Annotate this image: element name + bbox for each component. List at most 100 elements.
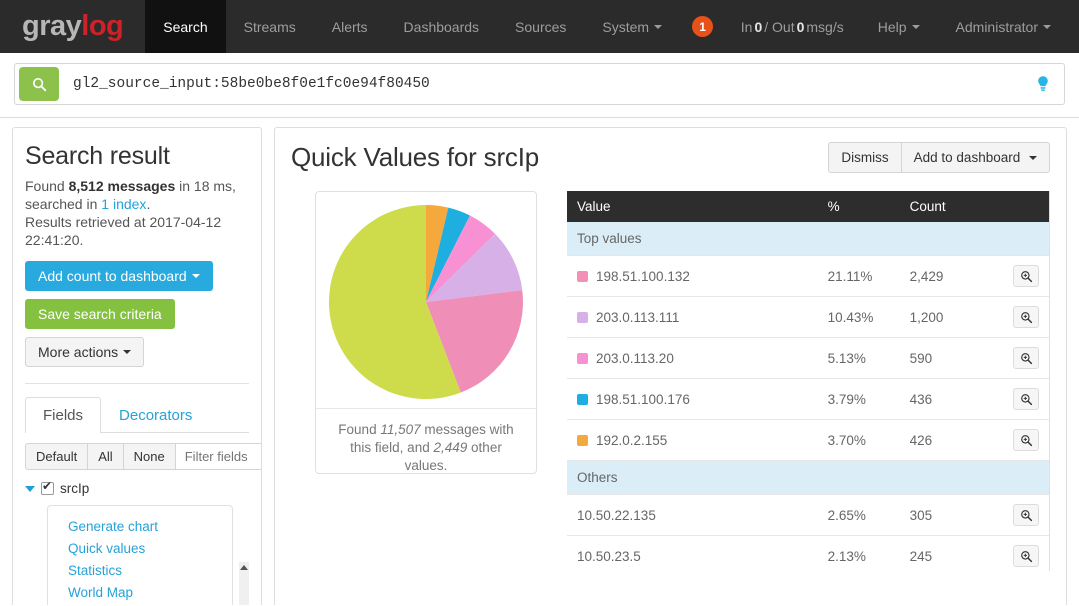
nav-label-user: Administrator (956, 19, 1038, 35)
top-navbar: graylog Search Streams Alerts Dashboards… (0, 0, 1079, 53)
found-duration: in 18 ms, (179, 178, 236, 194)
column-header-count[interactable]: Count (900, 191, 987, 222)
cell-percent: 10.43% (818, 297, 900, 338)
search-input[interactable] (59, 64, 1036, 104)
zoom-in-icon[interactable] (1013, 429, 1039, 451)
caption-other-values: 2,449 (433, 440, 467, 455)
field-item-srcip[interactable]: srcIp (25, 478, 233, 499)
nav-label-dashboards: Dashboards (404, 19, 480, 35)
caption-message-count: 11,507 (380, 422, 420, 437)
throughput-in-value: 0 (752, 19, 764, 35)
cell-percent: 5.13% (818, 338, 900, 379)
nav-label-sources: Sources (515, 19, 566, 35)
cell-count: 1,200 (900, 297, 987, 338)
nav-item-streams[interactable]: Streams (226, 0, 314, 53)
more-actions-label: More actions (38, 345, 118, 359)
zoom-in-icon[interactable] (1013, 265, 1039, 287)
cell-value: 192.0.2.155 (567, 420, 818, 461)
cell-percent: 3.70% (818, 420, 900, 461)
more-actions-button[interactable]: More actions (25, 337, 144, 367)
magnifier-glyph (1020, 352, 1033, 365)
magnifier-glyph (1020, 509, 1033, 522)
primary-nav: Search Streams Alerts Dashboards Sources… (145, 0, 713, 53)
cell-action (986, 379, 1049, 420)
table-row[interactable]: 203.0.113.11110.43%1,200 (567, 297, 1049, 338)
nav-item-system[interactable]: System (584, 0, 680, 53)
cell-count: 2,429 (900, 256, 987, 297)
fields-default-button[interactable]: Default (25, 443, 88, 470)
cell-value: 203.0.113.111 (567, 297, 818, 338)
tab-decorators[interactable]: Decorators (101, 397, 210, 433)
throughput-out-value: 0 (795, 19, 807, 35)
cell-action (986, 536, 1049, 572)
table-row[interactable]: 198.51.100.13221.11%2,429 (567, 256, 1049, 297)
chevron-down-icon (1029, 156, 1037, 160)
pie-chart[interactable] (326, 202, 526, 402)
index-link[interactable]: 1 index (101, 196, 146, 212)
filter-fields-input[interactable] (175, 443, 262, 470)
table-row[interactable]: 203.0.113.205.13%590 (567, 338, 1049, 379)
field-filter-toolbar: Default All None (25, 443, 249, 470)
table-row[interactable]: 192.0.2.1553.70%426 (567, 420, 1049, 461)
search-bar-container (0, 53, 1079, 118)
sidebar-scrollbar[interactable] (239, 562, 249, 605)
cell-action (986, 495, 1049, 536)
cell-action (986, 420, 1049, 461)
nav-item-user-menu[interactable]: Administrator (938, 0, 1069, 53)
field-action-generate-chart[interactable]: Generate chart (68, 516, 232, 538)
nav-label-system: System (602, 19, 649, 35)
zoom-in-icon[interactable] (1013, 347, 1039, 369)
column-header-value[interactable]: Value (567, 191, 818, 222)
cell-value: 10.50.22.135 (567, 495, 818, 536)
cell-value: 203.0.113.20 (567, 338, 818, 379)
sidebar-tabs: Fields Decorators (25, 397, 249, 433)
page-title: Search result (25, 142, 249, 171)
nav-item-sources[interactable]: Sources (497, 0, 584, 53)
results-retrieved-at: Results retrieved at 2017-04-12 22:41:20… (25, 214, 221, 248)
graylog-logo[interactable]: graylog (0, 0, 145, 53)
field-label-srcip: srcIp (60, 481, 89, 496)
add-to-dashboard-label: Add to dashboard (914, 150, 1021, 165)
nav-item-search[interactable]: Search (145, 0, 225, 53)
save-search-criteria-button[interactable]: Save search criteria (25, 299, 175, 329)
save-criteria-label: Save search criteria (38, 307, 162, 321)
series-color-swatch (577, 435, 588, 446)
table-row[interactable]: 10.50.23.52.13%245 (567, 536, 1049, 572)
field-checkbox-srcip[interactable] (41, 482, 54, 495)
quick-values-table-container: Value % Count Top values198.51.100.13221… (567, 191, 1050, 571)
scroll-up-arrow-icon[interactable] (240, 565, 248, 570)
zoom-in-icon[interactable] (1013, 306, 1039, 328)
dismiss-button[interactable]: Dismiss (828, 142, 901, 173)
tab-fields[interactable]: Fields (25, 397, 101, 433)
fields-none-button[interactable]: None (123, 443, 176, 470)
section-label: Others (567, 461, 1049, 495)
fields-all-button[interactable]: All (87, 443, 123, 470)
nav-item-help[interactable]: Help (860, 0, 938, 53)
field-action-world-map[interactable]: World Map (68, 582, 232, 604)
searched-prefix: searched in (25, 196, 97, 212)
zoom-in-icon[interactable] (1013, 388, 1039, 410)
magnifier-glyph (1020, 434, 1033, 447)
cell-count: 436 (900, 379, 987, 420)
table-row[interactable]: 10.50.22.1352.65%305 (567, 495, 1049, 536)
caret-down-icon[interactable] (25, 486, 35, 492)
table-body: Top values198.51.100.13221.11%2,429 203.… (567, 222, 1049, 571)
nav-label-help: Help (878, 19, 907, 35)
cell-action (986, 256, 1049, 297)
column-header-percent[interactable]: % (818, 191, 900, 222)
cell-percent: 21.11% (818, 256, 900, 297)
table-row[interactable]: 198.51.100.1763.79%436 (567, 379, 1049, 420)
table-header: Value % Count (567, 191, 1049, 222)
nav-item-dashboards[interactable]: Dashboards (386, 0, 498, 53)
add-to-dashboard-button[interactable]: Add to dashboard (901, 142, 1050, 173)
nav-item-alerts[interactable]: Alerts (314, 0, 386, 53)
field-action-quick-values[interactable]: Quick values (68, 538, 232, 560)
table-section-header: Top values (567, 222, 1049, 256)
zoom-in-icon[interactable] (1013, 504, 1039, 526)
lightbulb-icon[interactable] (1036, 75, 1064, 93)
zoom-in-icon[interactable] (1013, 545, 1039, 567)
field-action-statistics[interactable]: Statistics (68, 560, 232, 582)
system-alert-badge[interactable]: 1 (692, 16, 713, 37)
search-submit-button[interactable] (19, 67, 59, 101)
add-count-to-dashboard-button[interactable]: Add count to dashboard (25, 261, 213, 291)
